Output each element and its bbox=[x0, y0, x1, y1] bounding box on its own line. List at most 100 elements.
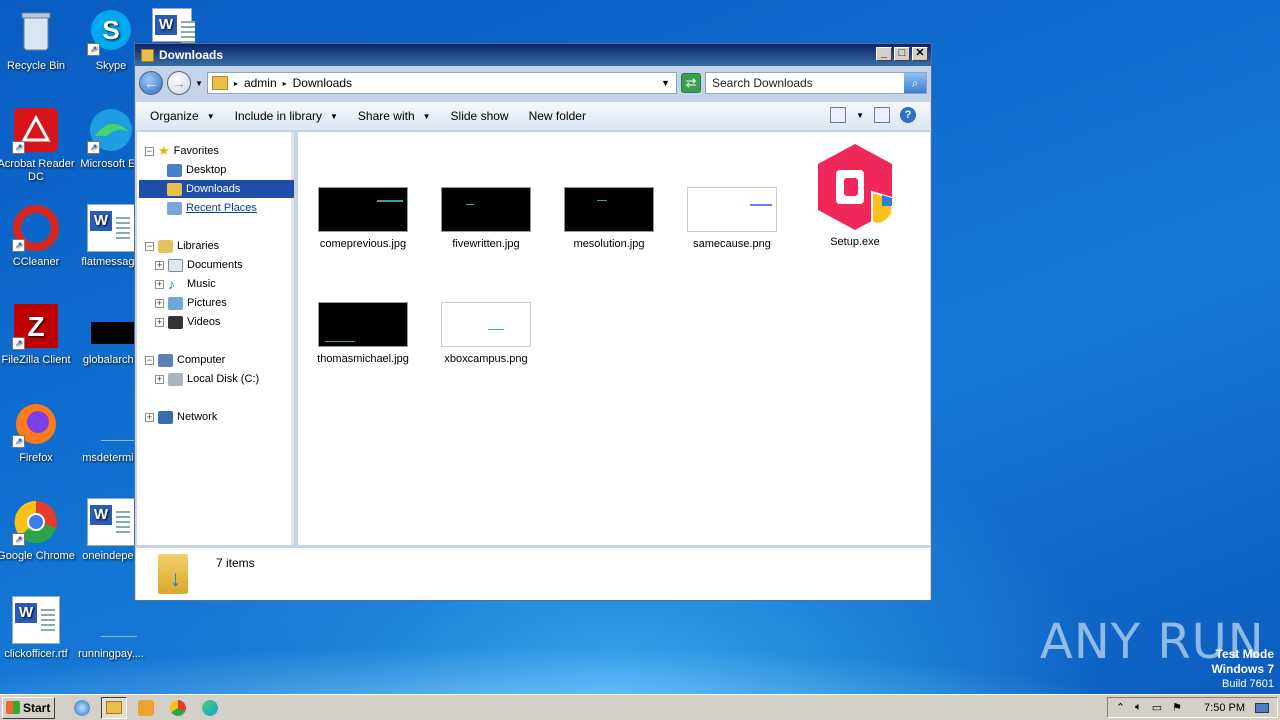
recycle-bin-icon bbox=[12, 8, 60, 56]
volume-icon[interactable]: 🔈︎ bbox=[1135, 701, 1142, 714]
collapse-icon[interactable]: − bbox=[145, 355, 154, 365]
nav-label: Libraries bbox=[177, 240, 220, 252]
file-item[interactable]: comeprevious.jpg bbox=[308, 187, 418, 250]
downloads-folder-icon bbox=[167, 182, 182, 196]
libraries-icon bbox=[158, 239, 173, 253]
search-input[interactable]: Search Downloads ⌕ bbox=[705, 72, 927, 94]
taskbar-internet-explorer[interactable] bbox=[69, 697, 95, 719]
build-label: Build 7601 bbox=[1222, 678, 1274, 690]
organize-menu[interactable]: Organize ▼ bbox=[150, 109, 215, 123]
desktop-icon-word-top[interactable] bbox=[148, 8, 196, 46]
breadcrumb-downloads[interactable]: Downloads bbox=[293, 76, 352, 90]
show-desktop-icon[interactable] bbox=[1255, 702, 1269, 713]
expand-icon[interactable]: + bbox=[155, 260, 164, 270]
nav-pictures[interactable]: + Pictures bbox=[155, 294, 227, 312]
file-item[interactable]: thomasmichael.jpg bbox=[308, 302, 418, 365]
desktop-icon-ccleaner[interactable]: ↗ CCleaner bbox=[0, 204, 75, 269]
chevron-right-icon: ▸ bbox=[282, 78, 287, 88]
nav-favorites[interactable]: − ★ Favorites bbox=[145, 142, 219, 160]
desktop-icon-chrome[interactable]: ↗ Google Chrome bbox=[0, 498, 75, 563]
word-doc-icon bbox=[12, 596, 60, 644]
action-center-flag-icon[interactable]: ⚑ bbox=[1172, 701, 1182, 714]
search-icon[interactable]: ⌕ bbox=[904, 73, 926, 93]
back-button[interactable]: ← bbox=[139, 71, 163, 95]
nav-computer[interactable]: − Computer bbox=[145, 351, 225, 369]
svg-text:Z: Z bbox=[27, 311, 44, 342]
file-item[interactable]: fivewritten.jpg bbox=[431, 187, 541, 250]
file-name: Setup.exe bbox=[830, 236, 880, 248]
view-options-chevron-icon[interactable]: ▼ bbox=[856, 111, 864, 120]
new-folder-button[interactable]: New folder bbox=[529, 109, 586, 123]
desktop-icon-label: msdetermin bbox=[82, 452, 140, 464]
nav-desktop[interactable]: Desktop bbox=[167, 161, 226, 179]
media-player-icon bbox=[138, 699, 154, 716]
nav-label: Computer bbox=[177, 354, 226, 366]
chrome-icon: ↗ bbox=[12, 498, 60, 546]
file-item[interactable]: xboxcampus.png bbox=[431, 302, 541, 365]
clock[interactable]: 7:50 PM bbox=[1204, 702, 1245, 714]
nav-label: Desktop bbox=[186, 164, 227, 176]
expand-icon[interactable]: + bbox=[155, 298, 164, 308]
recent-pages-chevron-icon[interactable]: ▼ bbox=[195, 79, 203, 88]
desktop-icon-label: Firefox bbox=[19, 452, 53, 464]
details-pane: 7 items bbox=[136, 548, 930, 600]
taskbar-edge[interactable] bbox=[197, 697, 223, 719]
refresh-button[interactable]: ⇄ bbox=[681, 73, 701, 93]
file-name: fivewritten.jpg bbox=[452, 238, 520, 250]
word-doc-icon bbox=[87, 498, 135, 546]
desktop-icon-recycle-bin[interactable]: Recycle Bin bbox=[0, 8, 75, 73]
slide-show-button[interactable]: Slide show bbox=[451, 109, 509, 123]
nav-label: Downloads bbox=[186, 183, 241, 195]
taskbar: Start ⌃ 🔈︎ ▭ ⚑ 7:50 PM bbox=[0, 694, 1280, 720]
forward-button[interactable]: → bbox=[167, 71, 191, 95]
network-tray-icon[interactable]: ▭ bbox=[1152, 701, 1162, 714]
help-icon[interactable]: ? bbox=[900, 107, 916, 123]
include-in-library-menu[interactable]: Include in library ▼ bbox=[235, 109, 338, 123]
desktop-icon-firefox[interactable]: ↗ Firefox bbox=[0, 400, 75, 465]
expand-icon[interactable]: + bbox=[155, 374, 164, 384]
desktop-icon-acrobat[interactable]: ↗ Acrobat Reader DC bbox=[0, 106, 75, 184]
collapse-icon[interactable]: − bbox=[145, 146, 154, 156]
videos-icon bbox=[168, 315, 183, 329]
file-item[interactable]: mesolution.jpg bbox=[554, 187, 664, 250]
nav-local-disk[interactable]: + Local Disk (C:) bbox=[155, 370, 259, 388]
close-button[interactable]: ✕ bbox=[912, 47, 928, 61]
nav-documents[interactable]: + Documents bbox=[155, 256, 243, 274]
taskbar-chrome[interactable] bbox=[165, 697, 191, 719]
expand-icon[interactable]: + bbox=[155, 279, 164, 289]
collapse-icon[interactable]: − bbox=[145, 241, 154, 251]
share-with-menu[interactable]: Share with ▼ bbox=[358, 109, 431, 123]
desktop-icon-label: CCleaner bbox=[12, 256, 60, 268]
nav-downloads[interactable]: Downloads bbox=[139, 180, 294, 198]
desktop-icon-label: clickofficer.rtf bbox=[4, 648, 68, 660]
breadcrumb-admin[interactable]: admin bbox=[244, 76, 277, 90]
start-button[interactable]: Start bbox=[2, 696, 55, 719]
preview-pane-icon[interactable] bbox=[874, 107, 890, 123]
file-item[interactable]: samecause.png bbox=[677, 187, 787, 250]
desktop-icon-clickofficer[interactable]: clickofficer.rtf bbox=[0, 596, 75, 661]
change-view-icon[interactable] bbox=[830, 107, 847, 123]
address-bar[interactable]: ▸ admin ▸ Downloads ▼ bbox=[206, 72, 677, 94]
show-hidden-icons-icon[interactable]: ⌃ bbox=[1116, 701, 1125, 714]
address-dropdown-icon[interactable]: ▼ bbox=[661, 78, 670, 88]
taskbar-explorer[interactable] bbox=[101, 696, 127, 719]
nav-label: Pictures bbox=[187, 297, 227, 309]
recent-places-icon bbox=[167, 201, 182, 215]
nav-network[interactable]: + Network bbox=[145, 408, 217, 426]
file-item-setup[interactable]: Setup.exe bbox=[800, 142, 910, 248]
nav-videos[interactable]: + Videos bbox=[155, 313, 220, 331]
taskbar-media-player[interactable] bbox=[133, 697, 159, 719]
nav-libraries[interactable]: − Libraries bbox=[145, 237, 219, 255]
nav-music[interactable]: + ♪ Music bbox=[155, 275, 216, 293]
expand-icon[interactable]: + bbox=[145, 412, 154, 422]
desktop-icon-filezilla[interactable]: Z ↗ FileZilla Client bbox=[0, 302, 75, 367]
maximize-button[interactable]: □ bbox=[894, 47, 910, 61]
chevron-right-icon: ▸ bbox=[233, 78, 238, 88]
nav-recent-places[interactable]: Recent Places bbox=[167, 199, 257, 217]
desktop-icon-runningpay[interactable]: runningpay.... bbox=[72, 596, 150, 661]
minimize-button[interactable]: _ bbox=[876, 47, 892, 61]
chrome-icon bbox=[170, 699, 186, 716]
organize-label: Organize bbox=[150, 109, 199, 123]
expand-icon[interactable]: + bbox=[155, 317, 164, 327]
window-titlebar[interactable]: Downloads _ □ ✕ bbox=[135, 44, 931, 66]
